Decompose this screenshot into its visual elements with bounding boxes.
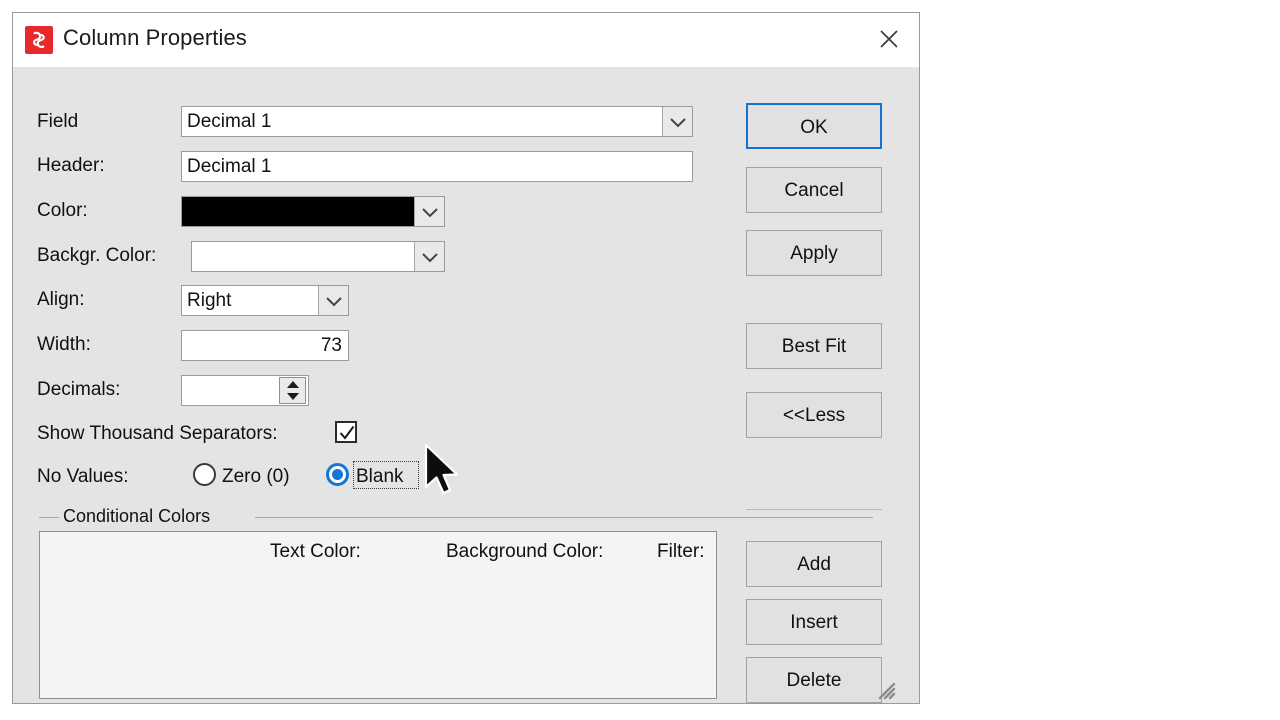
- cancel-button[interactable]: Cancel: [746, 167, 882, 213]
- color-label: Color:: [37, 200, 88, 221]
- group-border-right: [255, 517, 873, 518]
- field-combo-value: Decimal 1: [187, 111, 272, 132]
- color-combo-arrow[interactable]: [414, 197, 444, 226]
- title-bar: Column Properties: [13, 13, 919, 67]
- stepper-down-icon[interactable]: [286, 393, 299, 400]
- chevron-down-icon: [326, 296, 342, 306]
- no-values-radio-blank[interactable]: [326, 463, 349, 486]
- resize-grip[interactable]: [875, 679, 897, 701]
- no-values-option-blank-label[interactable]: Blank: [356, 466, 404, 488]
- chevron-down-icon: [422, 252, 438, 262]
- column-header-filter: Filter:: [657, 541, 705, 562]
- align-combo-value: Right: [187, 290, 232, 311]
- align-label: Align:: [37, 289, 85, 310]
- chevron-down-icon: [670, 117, 686, 127]
- background-color-label: Backgr. Color:: [37, 245, 157, 266]
- conditional-colors-group-title: Conditional Colors: [59, 506, 215, 527]
- no-values-radio-zero[interactable]: [193, 463, 216, 486]
- conditional-colors-list[interactable]: Text Color: Background Color: Filter:: [39, 531, 717, 699]
- less-button[interactable]: <<Less: [746, 392, 882, 438]
- header-label: Header:: [37, 155, 105, 176]
- window-title: Column Properties: [63, 25, 247, 50]
- show-thousand-separators-label: Show Thousand Separators:: [37, 423, 278, 444]
- apply-button[interactable]: Apply: [746, 230, 882, 276]
- insert-button[interactable]: Insert: [746, 599, 882, 645]
- column-header-text-color: Text Color:: [270, 541, 361, 562]
- close-icon: [880, 30, 898, 48]
- add-button[interactable]: Add: [746, 541, 882, 587]
- field-combo[interactable]: Decimal 1: [181, 106, 693, 137]
- app-swirl-icon: [25, 26, 53, 54]
- width-label: Width:: [37, 334, 91, 355]
- align-combo[interactable]: Right: [181, 285, 349, 316]
- no-values-option-zero-label[interactable]: Zero (0): [222, 466, 290, 488]
- decimals-stepper-buttons[interactable]: [279, 377, 306, 404]
- stepper-up-icon[interactable]: [286, 381, 299, 388]
- radio-ring-icon: [193, 463, 216, 486]
- checkmark-icon: [339, 425, 355, 440]
- radio-dot-icon: [332, 469, 343, 480]
- chevron-down-icon: [422, 207, 438, 217]
- header-input[interactable]: Decimal 1: [181, 151, 693, 182]
- button-group-divider: [746, 509, 882, 510]
- align-combo-arrow[interactable]: [318, 286, 348, 315]
- resize-grip-icon: [878, 682, 896, 700]
- dialog-body: Field Decimal 1 Header: Decimal 1 Color:: [13, 67, 919, 703]
- background-color-combo-arrow[interactable]: [414, 242, 444, 271]
- width-input[interactable]: 73: [181, 330, 349, 361]
- column-header-background-color: Background Color:: [446, 541, 604, 562]
- best-fit-button[interactable]: Best Fit: [746, 323, 882, 369]
- show-thousand-separators-checkbox[interactable]: [335, 421, 357, 443]
- field-combo-arrow[interactable]: [662, 107, 692, 136]
- screen: Column Properties Field Decimal 1 Header…: [0, 0, 1280, 720]
- decimals-label: Decimals:: [37, 379, 121, 400]
- background-color-swatch: [192, 242, 414, 271]
- no-values-label: No Values:: [37, 466, 129, 487]
- decimals-stepper[interactable]: [181, 375, 309, 406]
- color-swatch-combo[interactable]: [181, 196, 445, 227]
- delete-button[interactable]: Delete: [746, 657, 882, 703]
- column-properties-dialog: Column Properties Field Decimal 1 Header…: [12, 12, 920, 704]
- field-label: Field: [37, 111, 79, 132]
- background-color-swatch-combo[interactable]: [191, 241, 445, 272]
- close-button[interactable]: [859, 13, 919, 66]
- color-swatch: [182, 197, 414, 226]
- ok-button[interactable]: OK: [746, 103, 882, 149]
